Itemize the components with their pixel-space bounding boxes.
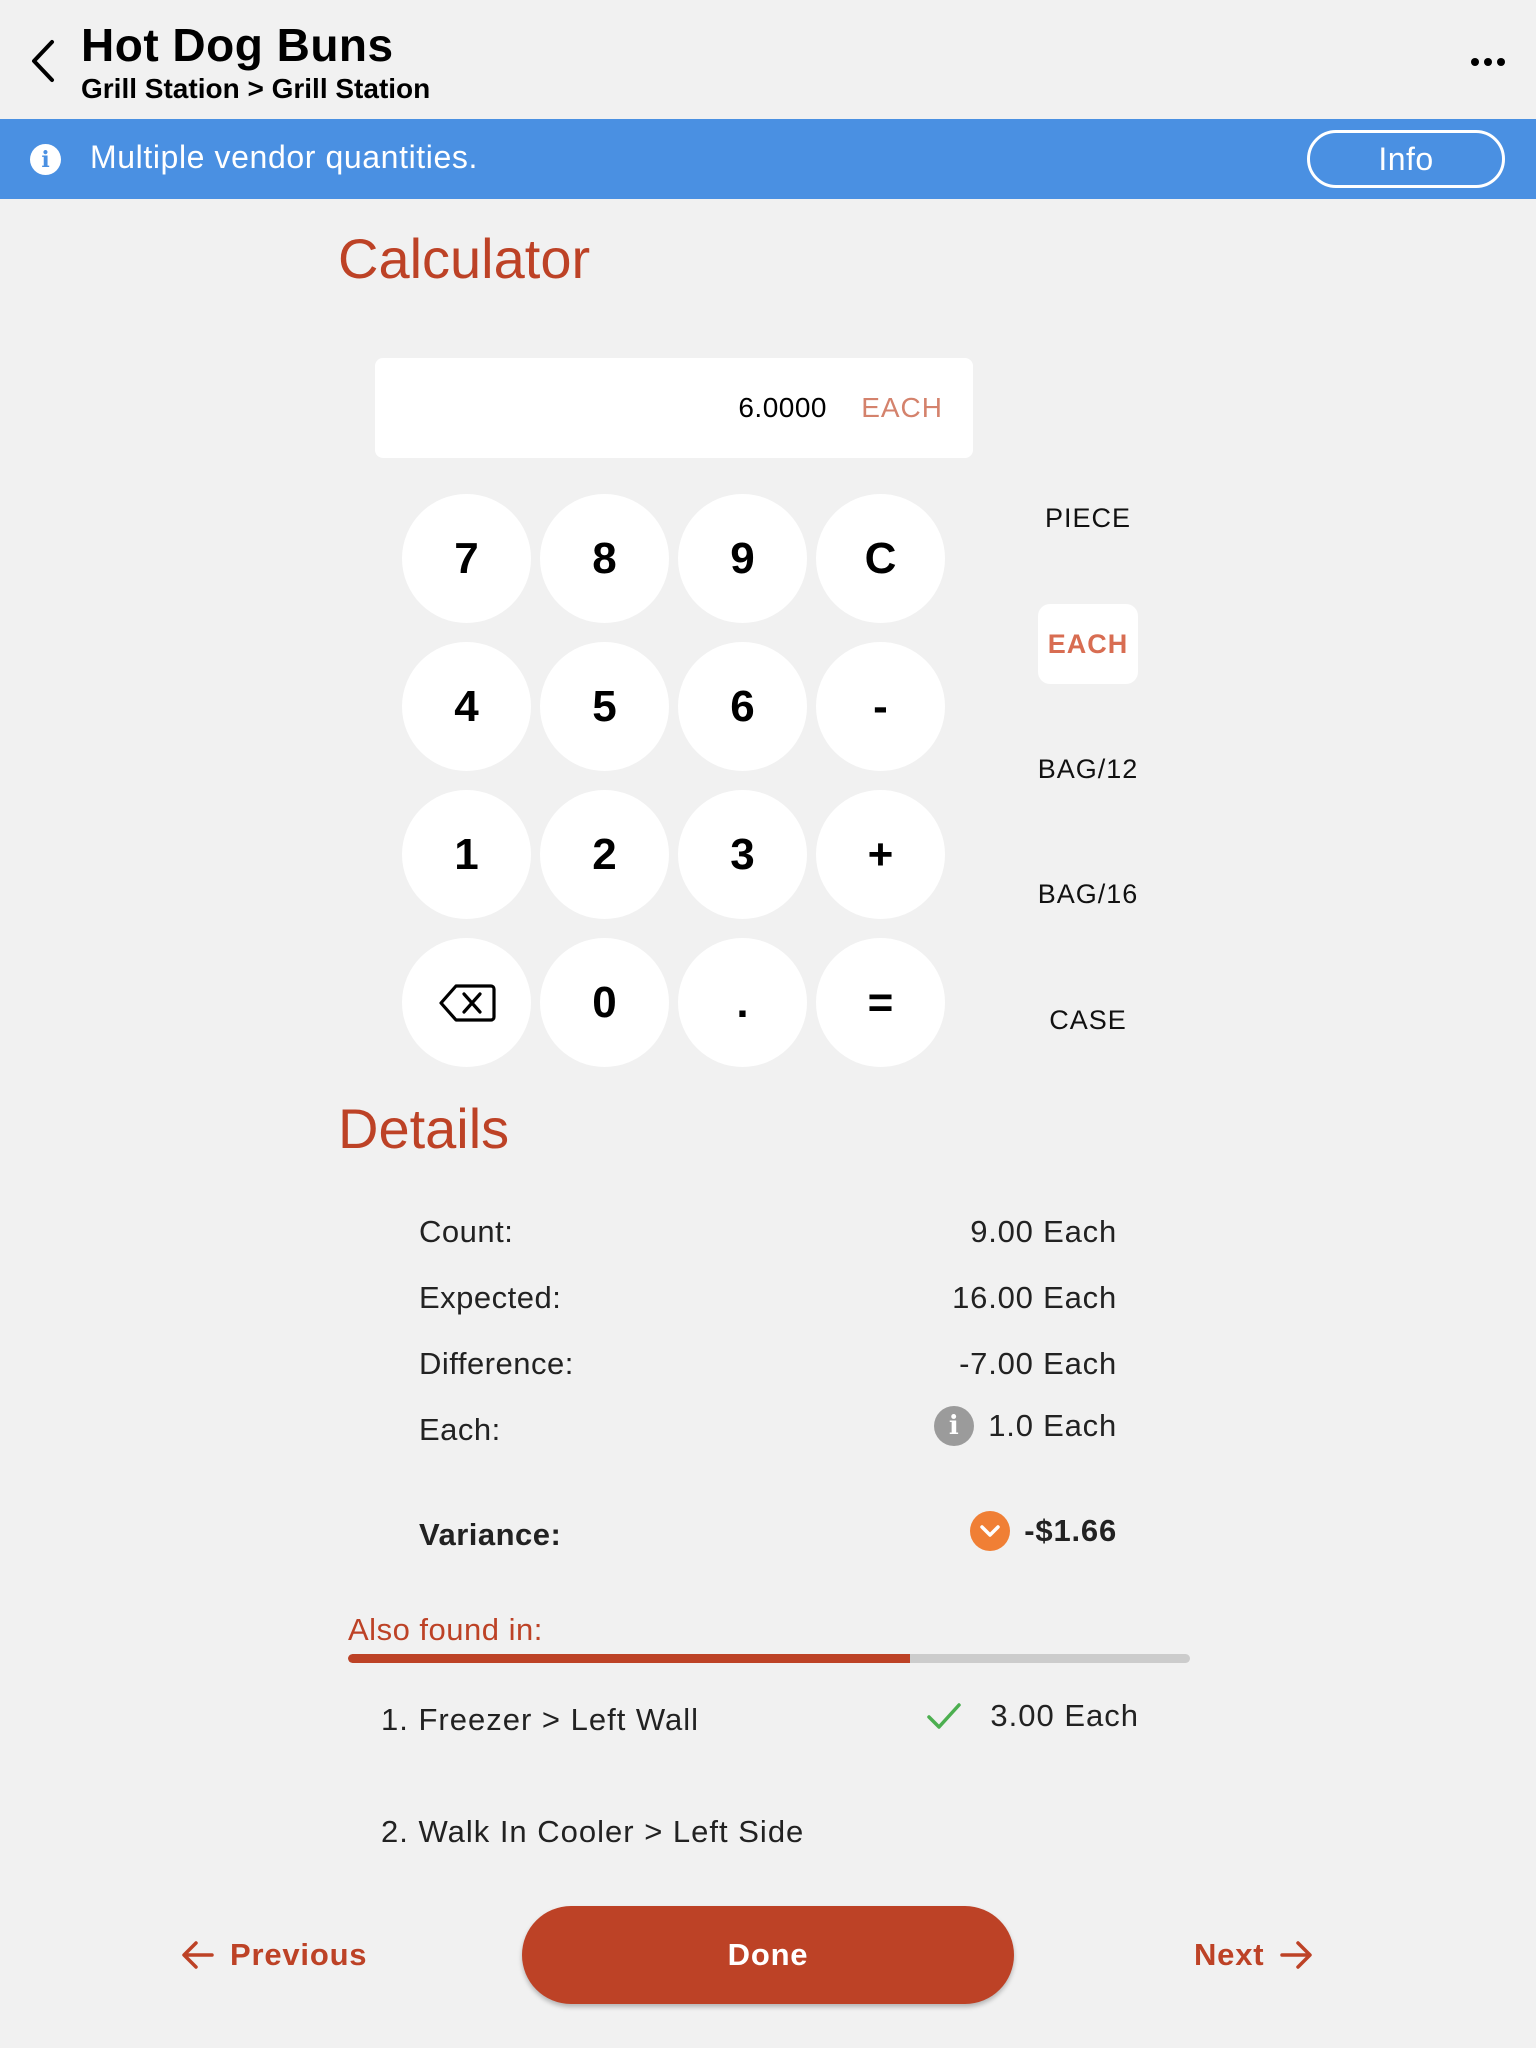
key-label: 8 — [592, 533, 617, 583]
previous-button[interactable]: Previous — [180, 1932, 367, 1978]
key-label: 7 — [454, 533, 479, 583]
each-value-text: 1.0 Each — [988, 1408, 1117, 1443]
expected-value-text: 16.00 Each — [952, 1280, 1117, 1315]
variance-label: Variance: — [419, 1517, 562, 1552]
backspace-icon — [438, 983, 496, 1022]
ellipsis-icon — [1497, 58, 1505, 66]
page-title: Hot Dog Buns — [81, 19, 394, 71]
info-button[interactable]: Info — [1307, 130, 1505, 188]
unit-option-bag-16[interactable]: BAG/16 — [1038, 854, 1138, 934]
key-label: 4 — [454, 681, 479, 731]
key-equals[interactable]: = — [816, 938, 945, 1067]
key-label: 9 — [730, 533, 755, 583]
key-4[interactable]: 4 — [402, 642, 531, 771]
key-8[interactable]: 8 — [540, 494, 669, 623]
details-title: Details — [338, 1097, 510, 1160]
key-label: 1 — [454, 829, 479, 879]
info-icon: i — [30, 144, 61, 175]
display-value: 6.0000 — [738, 392, 827, 423]
unit-option-each[interactable]: EACH — [1038, 604, 1138, 684]
key-6[interactable]: 6 — [678, 642, 807, 771]
variance-value: -$1.66 — [970, 1511, 1117, 1551]
key-label: + — [867, 829, 894, 879]
arrow-right-icon — [1280, 1941, 1313, 1969]
location-value: 3.00 Each — [926, 1698, 1139, 1734]
expected-value: 16.00 Each — [952, 1280, 1117, 1316]
key-label: 5 — [592, 681, 617, 731]
key-2[interactable]: 2 — [540, 790, 669, 919]
key-decimal[interactable]: . — [678, 938, 807, 1067]
checkmark-icon — [927, 1703, 962, 1729]
banner-message: Multiple vendor quantities. — [90, 139, 478, 175]
ellipsis-icon — [1471, 58, 1479, 66]
each-label: Each: — [419, 1412, 501, 1447]
chevron-down-circle-icon — [970, 1511, 1011, 1551]
key-label: C — [864, 533, 897, 583]
each-value: i 1.0 Each — [934, 1406, 1117, 1446]
count-label: Count: — [419, 1214, 514, 1249]
back-button[interactable] — [22, 36, 66, 86]
also-found-label: Also found in: — [348, 1612, 543, 1647]
calculator-title: Calculator — [338, 227, 591, 290]
done-button[interactable]: Done — [522, 1906, 1014, 2004]
key-1[interactable]: 1 — [402, 790, 531, 919]
more-options-button[interactable] — [1466, 48, 1510, 76]
unit-option-bag-12[interactable]: BAG/12 — [1038, 729, 1138, 809]
location-value-text: 3.00 Each — [990, 1698, 1139, 1733]
key-0[interactable]: 0 — [540, 938, 669, 1067]
info-icon[interactable]: i — [934, 1406, 975, 1446]
location-item[interactable]: 1. Freezer > Left Wall — [381, 1702, 699, 1738]
key-label: = — [867, 977, 894, 1027]
unit-option-piece[interactable]: PIECE — [1038, 478, 1138, 558]
next-label: Next — [1194, 1937, 1265, 1972]
key-5[interactable]: 5 — [540, 642, 669, 771]
key-label: 2 — [592, 829, 617, 879]
breadcrumb: Grill Station > Grill Station — [81, 73, 431, 104]
key-label: 0 — [592, 977, 617, 1027]
next-button[interactable]: Next — [1194, 1932, 1314, 1978]
previous-label: Previous — [230, 1937, 368, 1972]
arrow-left-icon — [182, 1941, 214, 1969]
progress-fill — [348, 1654, 910, 1663]
difference-value-text: -7.00 Each — [959, 1346, 1117, 1381]
location-item[interactable]: 2. Walk In Cooler > Left Side — [381, 1814, 804, 1850]
key-7[interactable]: 7 — [402, 494, 531, 623]
key-label: 3 — [730, 829, 755, 879]
count-value-text: 9.00 Each — [970, 1214, 1117, 1249]
ellipsis-icon — [1484, 58, 1492, 66]
display-unit: EACH — [861, 392, 943, 423]
unit-option-case[interactable]: CASE — [1038, 980, 1138, 1060]
key-3[interactable]: 3 — [678, 790, 807, 919]
chevron-left-icon — [32, 40, 54, 82]
calculator-display: 6.0000 EACH — [375, 358, 973, 458]
also-found-progress — [348, 1654, 1190, 1663]
key-label: - — [873, 681, 888, 731]
key-minus[interactable]: - — [816, 642, 945, 771]
difference-value: -7.00 Each — [959, 1346, 1117, 1382]
key-label: 6 — [730, 681, 755, 731]
count-value: 9.00 Each — [970, 1214, 1117, 1250]
expected-label: Expected: — [419, 1280, 562, 1315]
difference-label: Difference: — [419, 1346, 574, 1381]
key-clear[interactable]: C — [816, 494, 945, 623]
key-plus[interactable]: + — [816, 790, 945, 919]
variance-amount: -$1.66 — [1024, 1513, 1117, 1548]
key-9[interactable]: 9 — [678, 494, 807, 623]
key-label: . — [736, 977, 749, 1027]
key-backspace[interactable] — [402, 938, 531, 1067]
